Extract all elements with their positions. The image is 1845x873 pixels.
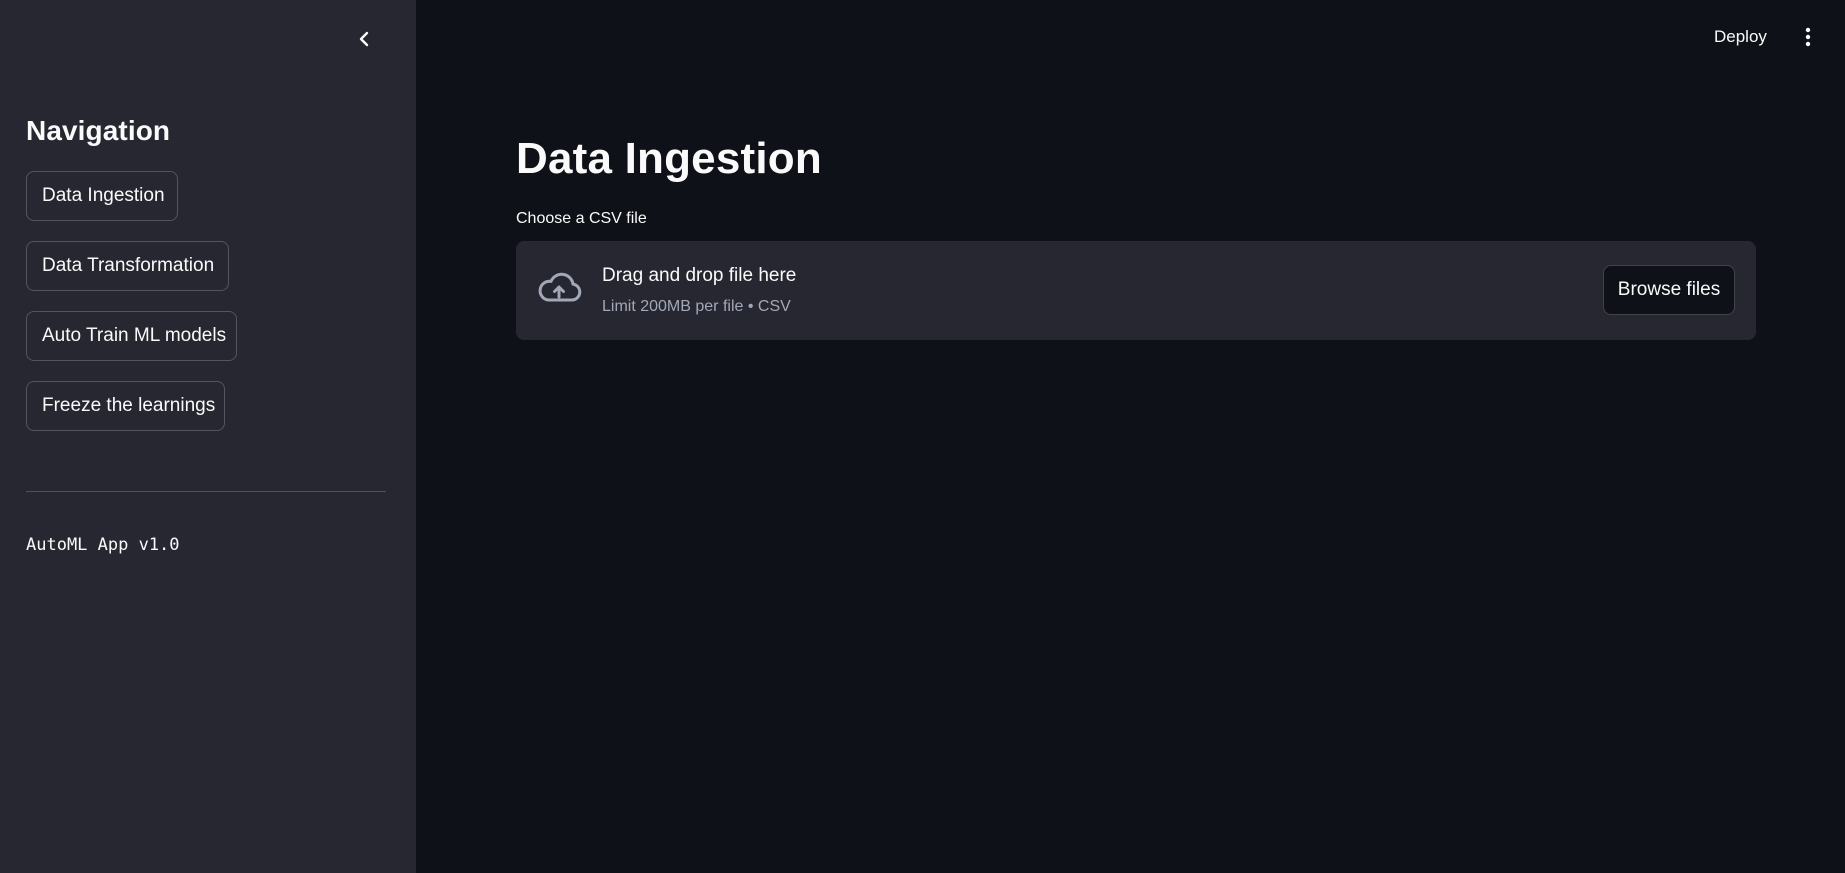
browse-files-button[interactable]: Browse files bbox=[1603, 265, 1735, 315]
cloud-upload-icon bbox=[538, 272, 582, 302]
sidebar: Navigation Data Ingestion Data Transform… bbox=[0, 0, 416, 873]
collapse-sidebar-button[interactable] bbox=[352, 26, 376, 52]
file-dropzone[interactable]: Drag and drop file here Limit 200MB per … bbox=[516, 241, 1756, 340]
navigation-title: Navigation bbox=[26, 115, 171, 146]
app-version-text: AutoML App v1.0 bbox=[26, 535, 180, 555]
file-limit-text: Limit 200MB per file • CSV bbox=[602, 298, 791, 315]
deploy-button[interactable]: Deploy bbox=[1714, 24, 1767, 50]
more-vertical-icon bbox=[1805, 27, 1811, 47]
nav-button-freeze-learnings[interactable]: Freeze the learnings bbox=[26, 381, 225, 431]
nav-button-auto-train[interactable]: Auto Train ML models bbox=[26, 311, 237, 361]
nav-button-data-transformation[interactable]: Data Transformation bbox=[26, 241, 229, 291]
main-menu-button[interactable] bbox=[1796, 24, 1820, 50]
nav-button-data-ingestion[interactable]: Data Ingestion bbox=[26, 171, 178, 221]
chevron-left-icon bbox=[359, 31, 369, 47]
file-uploader-label: Choose a CSV file bbox=[516, 210, 647, 227]
drop-instruction-text: Drag and drop file here bbox=[602, 265, 797, 286]
sidebar-divider bbox=[26, 491, 386, 492]
page-title: Data Ingestion bbox=[516, 134, 822, 183]
